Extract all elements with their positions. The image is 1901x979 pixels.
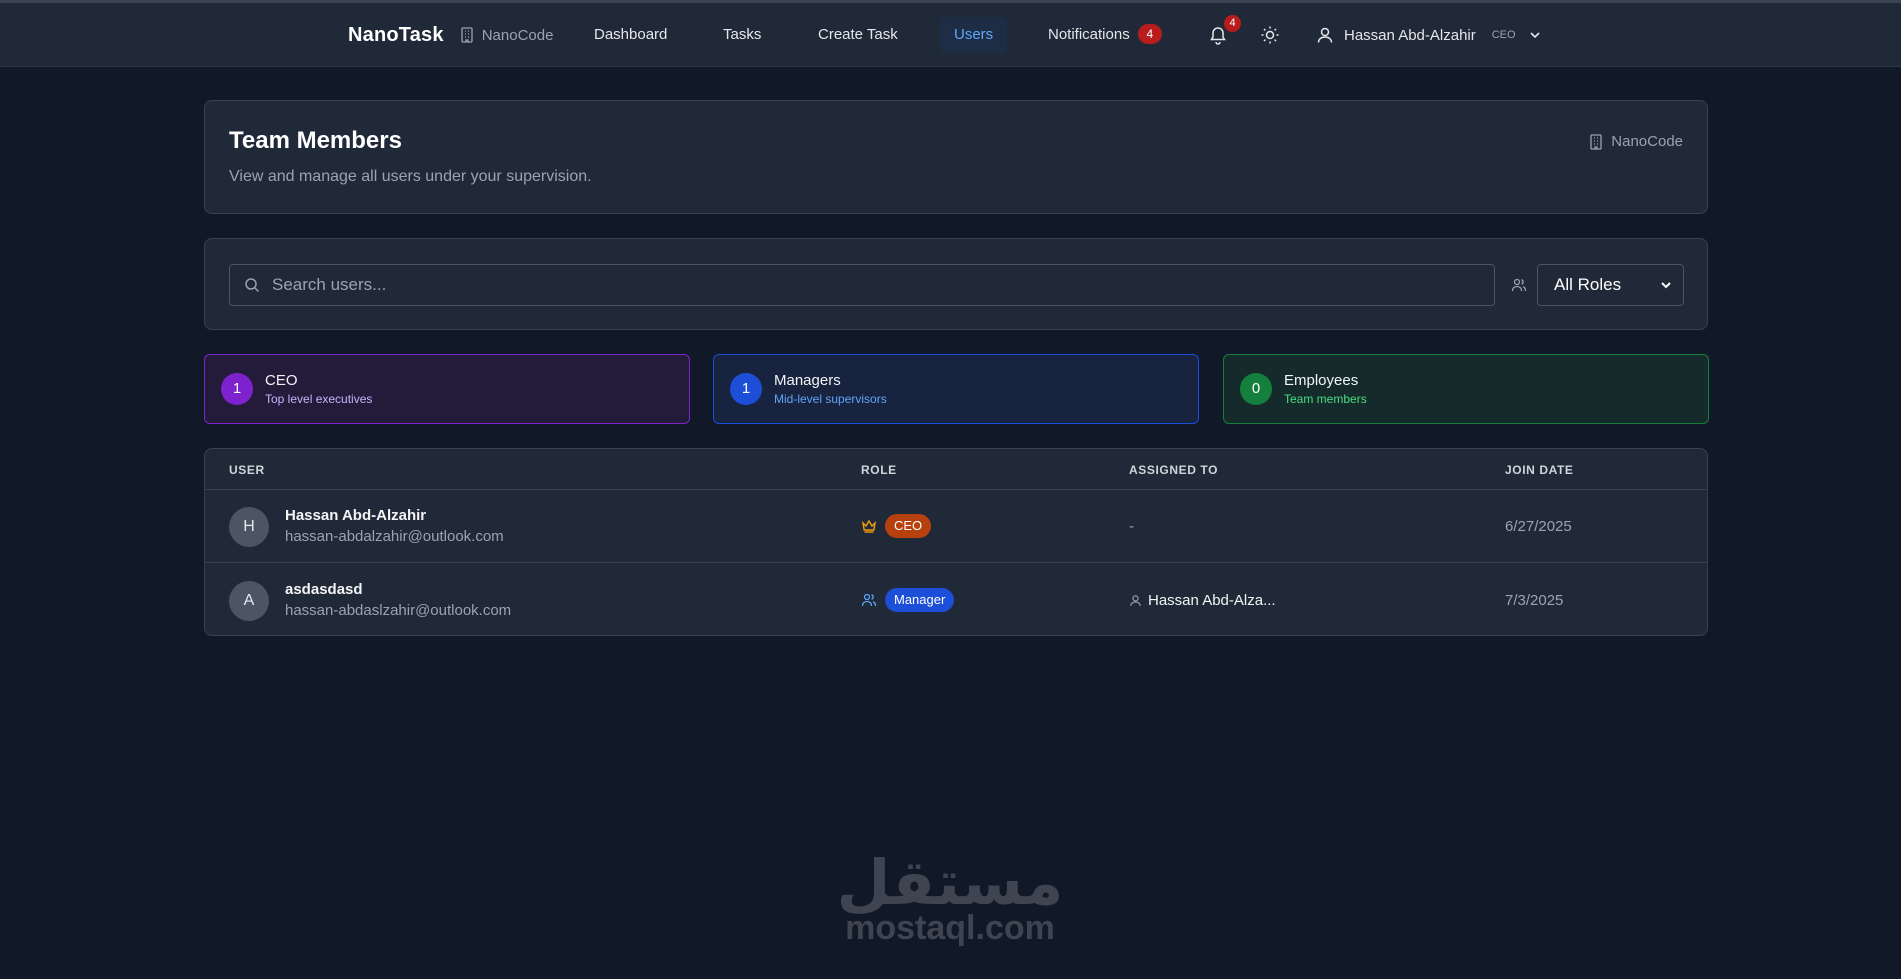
search-input[interactable] [272,275,1494,295]
building-icon [461,27,473,43]
column-header-role[interactable]: ROLE [861,463,897,477]
join-date: 6/27/2025 [1505,518,1572,535]
nav-org: NanoCode [460,26,554,44]
users-table: USER ROLE ASSIGNED TO JOIN DATE H Hassan… [204,448,1708,636]
stat-employees-count: 0 [1240,373,1272,405]
stat-card-ceo: 1 CEO Top level executives [204,354,690,424]
chevron-down-icon [1530,32,1540,39]
chevron-down-icon [1661,282,1671,289]
stat-ceo-count: 1 [221,373,253,405]
column-header-join-date[interactable]: JOIN DATE [1505,463,1574,477]
top-navbar: NanoTask NanoCode Dashboard Tasks Create… [0,3,1901,67]
user-menu-name: Hassan Abd-Alzahir [1344,26,1476,44]
user-email: hassan-abdaslzahir@outlook.com [285,602,512,619]
role-cell: CEO [861,514,932,538]
nav-link-dashboard[interactable]: Dashboard [580,17,681,53]
page-subtitle: View and manage all users under your sup… [229,168,592,185]
stat-employees-title: Employees [1284,372,1359,389]
bell-count-badge: 4 [1224,15,1241,32]
mostaql-watermark: مستقل mostaql.com [834,846,1066,947]
notifications-count-badge: 4 [1137,24,1162,45]
header-org-label: NanoCode [1611,133,1683,150]
stat-managers-desc: Mid-level supervisors [774,392,887,406]
column-header-user[interactable]: USER [229,463,265,477]
role-filter-value: All Roles [1554,275,1622,294]
role-badge: CEO [885,514,932,538]
nav-link-notifications-label: Notifications [1048,26,1130,43]
nav-link-notifications[interactable]: Notifications 4 [1034,17,1176,53]
user-icon [1130,595,1141,606]
building-icon [1590,133,1602,150]
stat-ceo-title: CEO [265,372,298,389]
role-filter-select[interactable]: All Roles [1537,264,1684,306]
nav-brand-group: NanoTask NanoCode [348,3,553,67]
stat-managers-title: Managers [774,372,841,389]
avatar: A [229,581,269,621]
table-row[interactable]: H Hassan Abd-Alzahir hassan-abdalzahir@o… [205,490,1707,563]
users-filter-icon [1511,277,1527,298]
nav-link-users[interactable]: Users [940,17,1008,53]
watermark-latin: mostaql.com [845,909,1055,947]
nav-link-tasks[interactable]: Tasks [709,17,775,53]
user-name: Hassan Abd-Alzahir [285,507,427,524]
crown-icon [861,519,877,533]
stat-card-employees: 0 Employees Team members [1223,354,1709,424]
theme-toggle-sun-icon[interactable] [1260,25,1280,50]
user-name: asdasdasd [285,581,363,598]
table-row[interactable]: A asdasdasd hassan-abdaslzahir@outlook.c… [205,564,1707,635]
user-menu[interactable]: Hassan Abd-Alzahir CEO [1316,17,1542,53]
nav-link-create-task[interactable]: Create Task [804,17,912,53]
filter-card: All Roles [204,238,1708,330]
nav-org-label: NanoCode [481,26,554,44]
user-email: hassan-abdalzahir@outlook.com [285,528,504,545]
user-menu-role: CEO [1491,29,1516,41]
page-header-card: Team Members View and manage all users u… [204,100,1708,214]
stat-employees-desc: Team members [1284,392,1367,406]
assigned-to: Hassan Abd-Alza... [1129,592,1276,609]
role-cell: Manager [861,588,955,612]
search-box[interactable] [229,264,1495,306]
assigned-to-value: Hassan Abd-Alza... [1148,592,1276,609]
stat-managers-count: 1 [730,373,762,405]
page-title: Team Members [229,127,402,154]
role-badge: Manager [885,588,955,612]
users-icon [861,593,877,607]
watermark-arabic: مستقل [836,846,1064,919]
assigned-to-value: - [1129,518,1134,535]
stat-ceo-desc: Top level executives [265,392,373,406]
column-header-assigned-to[interactable]: ASSIGNED TO [1129,463,1218,477]
user-icon [1317,27,1333,43]
table-header: USER ROLE ASSIGNED TO JOIN DATE [205,449,1707,490]
search-icon [245,278,260,293]
join-date: 7/3/2025 [1505,592,1564,609]
header-org: NanoCode [1589,133,1683,150]
brand-logo[interactable]: NanoTask [348,24,444,47]
assigned-to: - [1129,518,1134,535]
avatar: H [229,507,269,547]
stat-card-managers: 1 Managers Mid-level supervisors [713,354,1199,424]
